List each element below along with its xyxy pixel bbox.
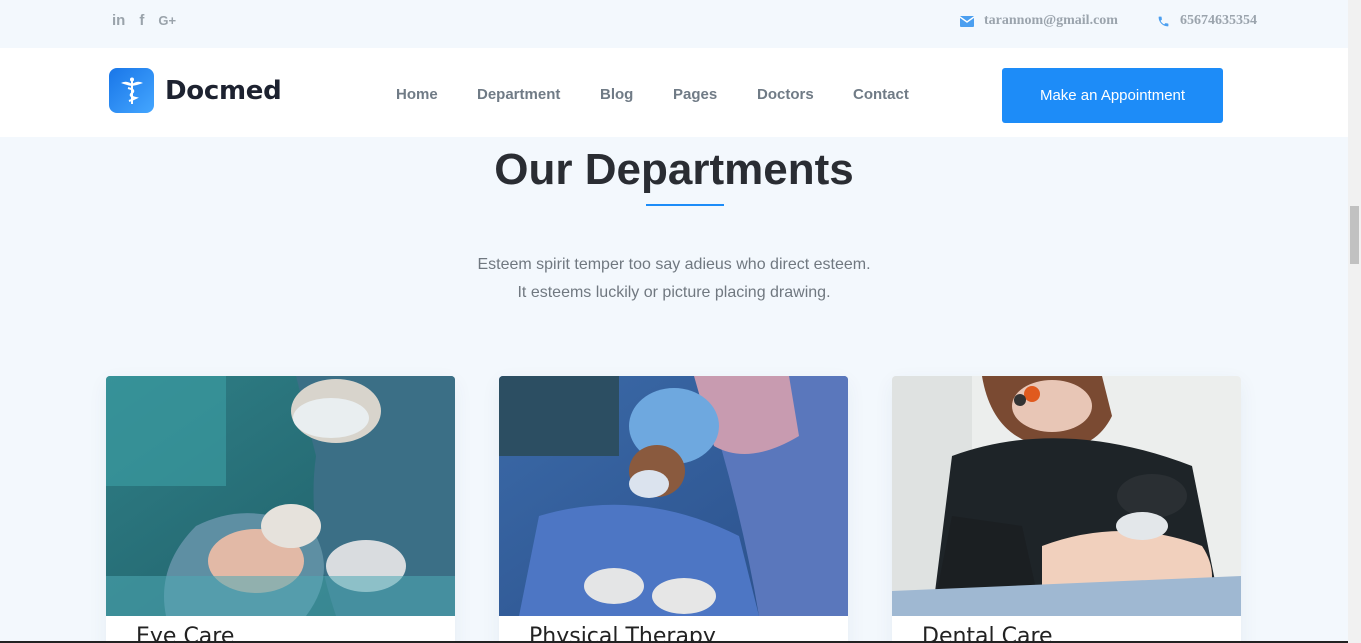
dentist-photo	[892, 376, 1241, 616]
google-plus-icon[interactable]: G+	[158, 13, 176, 28]
nav-item-department[interactable]: Department	[477, 86, 560, 103]
department-card-physical-therapy[interactable]: Physical Therapy	[499, 376, 848, 643]
main-navbar: Docmed Home Department Blog Pages Doctor…	[0, 48, 1348, 137]
phone-text: 65674635354	[1180, 13, 1257, 28]
nav-item-contact[interactable]: Contact	[853, 86, 909, 103]
department-card-eye-care[interactable]: Eye Care	[106, 376, 455, 643]
top-bar: in f G+ tarannom@gmail.com 65674635354	[0, 0, 1348, 48]
brand-name: Docmed	[165, 75, 282, 106]
brand-logo[interactable]: Docmed	[109, 68, 282, 113]
make-appointment-button[interactable]: Make an Appointment	[1002, 68, 1223, 123]
section-subtitle-line-1: Esteem spirit temper too say adieus who …	[477, 256, 871, 273]
eye-surgery-photo	[106, 376, 455, 616]
nav-item-home[interactable]: Home	[396, 86, 438, 103]
section-subtitle-line-2: It esteems luckily or picture placing dr…	[517, 284, 831, 301]
page-scrollbar[interactable]	[1348, 0, 1361, 643]
section-title: Our Departments	[494, 145, 854, 194]
email-text: tarannom@gmail.com	[984, 13, 1118, 28]
nav-item-doctors[interactable]: Doctors	[757, 86, 814, 103]
phone-contact[interactable]: 65674635354	[1157, 13, 1257, 29]
department-card-dental-care[interactable]: Dental Care	[892, 376, 1241, 643]
nav-item-pages[interactable]: Pages	[673, 86, 717, 103]
nav-item-blog[interactable]: Blog	[600, 86, 633, 103]
surgery-team-photo	[499, 376, 848, 616]
envelope-icon	[960, 15, 974, 27]
email-contact[interactable]: tarannom@gmail.com	[960, 13, 1118, 29]
social-links: in f G+	[112, 12, 176, 29]
title-underline	[646, 204, 724, 206]
caduceus-icon	[109, 68, 154, 113]
scrollbar-thumb[interactable]	[1350, 206, 1359, 264]
linkedin-icon[interactable]: in	[112, 12, 125, 29]
facebook-icon[interactable]: f	[139, 12, 144, 29]
phone-icon	[1158, 16, 1169, 26]
